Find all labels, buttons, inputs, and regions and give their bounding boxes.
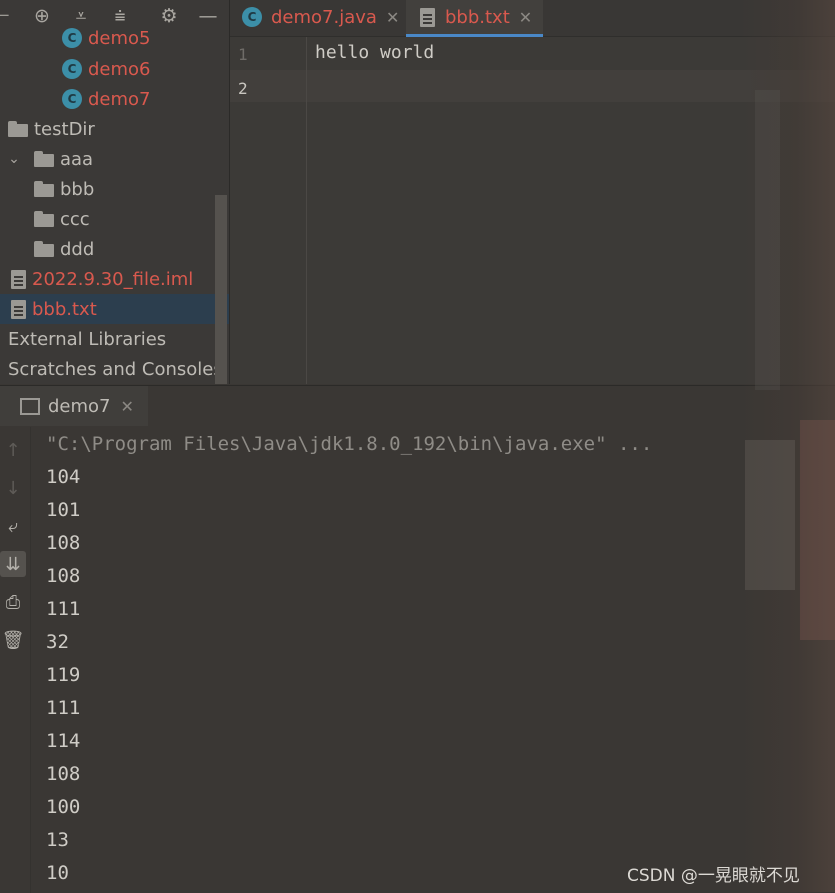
tree-item-ccc[interactable]: ccc: [0, 204, 229, 234]
console-output-line: 101: [46, 499, 81, 521]
run-toolbar: ↑ ↓ ⤶ ⇊ ⎙ 🗑: [0, 427, 31, 893]
java-class-icon: C: [242, 7, 262, 27]
editor: C demo7.java ✕ bbb.txt ✕ 1 2 hello world: [230, 0, 835, 384]
background-overlay: [745, 440, 795, 590]
console-output-line: 32: [46, 631, 69, 653]
tree-item-scratches[interactable]: Scratches and Consoles: [0, 354, 229, 384]
console-output-line: 10: [46, 862, 69, 884]
java-class-icon: C: [62, 28, 82, 48]
folder-icon: [8, 121, 28, 137]
tree-item-ddd[interactable]: ddd: [0, 234, 229, 264]
console-command: "C:\Program Files\Java\jdk1.8.0_192\bin\…: [46, 433, 653, 455]
console-output-line: 108: [46, 565, 81, 587]
close-icon[interactable]: ✕: [121, 397, 134, 416]
console-output-line: 111: [46, 697, 81, 719]
tree-item-demo5[interactable]: C demo5: [0, 24, 229, 52]
down-arrow-icon[interactable]: ↓: [0, 475, 26, 501]
console-output-line: 111: [46, 598, 81, 620]
console-output-line: 13: [46, 829, 69, 851]
trash-icon[interactable]: 🗑: [0, 627, 26, 653]
java-class-icon: C: [62, 89, 82, 109]
tree-item-testDir[interactable]: testDir: [0, 114, 229, 144]
tree-item-bbb-txt[interactable]: bbb.txt: [0, 294, 229, 324]
folder-icon: [34, 181, 54, 197]
watermark: CSDN @一晃眼就不见: [627, 866, 800, 886]
editor-tabbar: C demo7.java ✕ bbb.txt ✕: [230, 0, 835, 37]
console-icon: [20, 397, 40, 415]
console-output-line: 108: [46, 532, 81, 554]
code-line[interactable]: hello world: [315, 42, 434, 63]
tab-demo7-java[interactable]: C demo7.java ✕: [242, 0, 404, 34]
module-file-icon: [11, 269, 26, 289]
tree-item-external-libraries[interactable]: External Libraries: [0, 324, 229, 354]
tree-item-demo6[interactable]: C demo6: [0, 54, 229, 84]
java-class-icon: C: [62, 59, 82, 79]
current-line-highlight: [230, 70, 835, 102]
console-output-line: 114: [46, 730, 81, 752]
up-arrow-icon[interactable]: ↑: [0, 437, 26, 463]
chevron-down-icon[interactable]: ⌄: [6, 151, 22, 167]
console-output-line: 104: [46, 466, 81, 488]
tree-item-aaa[interactable]: ⌄ aaa: [0, 144, 229, 174]
console-output-line: 108: [46, 763, 81, 785]
console-output-line: 119: [46, 664, 81, 686]
line-number: 1: [238, 45, 248, 64]
folder-icon: [34, 151, 54, 167]
tab-bbb-txt[interactable]: bbb.txt ✕: [406, 0, 543, 37]
line-number: 2: [238, 79, 248, 98]
tree-item-demo7[interactable]: C demo7: [0, 84, 229, 114]
project-scrollbar[interactable]: [215, 195, 227, 384]
project-panel: ⊢ ⊕ ⩡ ⩧ ⚙ — C demo5 C demo6 C demo7 test…: [0, 0, 230, 384]
print-icon[interactable]: ⎙: [0, 589, 26, 615]
background-overlay: [800, 420, 835, 640]
run-tab-demo7[interactable]: demo7 ✕: [0, 386, 148, 426]
text-file-icon: [420, 7, 435, 27]
close-icon[interactable]: ✕: [519, 8, 532, 27]
close-icon[interactable]: ✕: [386, 8, 399, 27]
tree-item-bbb[interactable]: bbb: [0, 174, 229, 204]
editor-gutter: 1 2: [230, 37, 307, 384]
folder-icon: [34, 241, 54, 257]
run-panel: demo7 ✕ ↑ ↓ ⤶ ⇊ ⎙ 🗑 "C:\Program Files\Ja…: [0, 385, 835, 893]
folder-icon: [34, 211, 54, 227]
soft-wrap-icon[interactable]: ⤶: [0, 513, 26, 539]
scroll-to-end-icon[interactable]: ⇊: [0, 551, 26, 577]
text-file-icon: [11, 299, 26, 319]
tree-item-iml[interactable]: 2022.9.30_file.iml: [0, 264, 229, 294]
console-output-line: 100: [46, 796, 81, 818]
background-overlay: [755, 90, 780, 390]
